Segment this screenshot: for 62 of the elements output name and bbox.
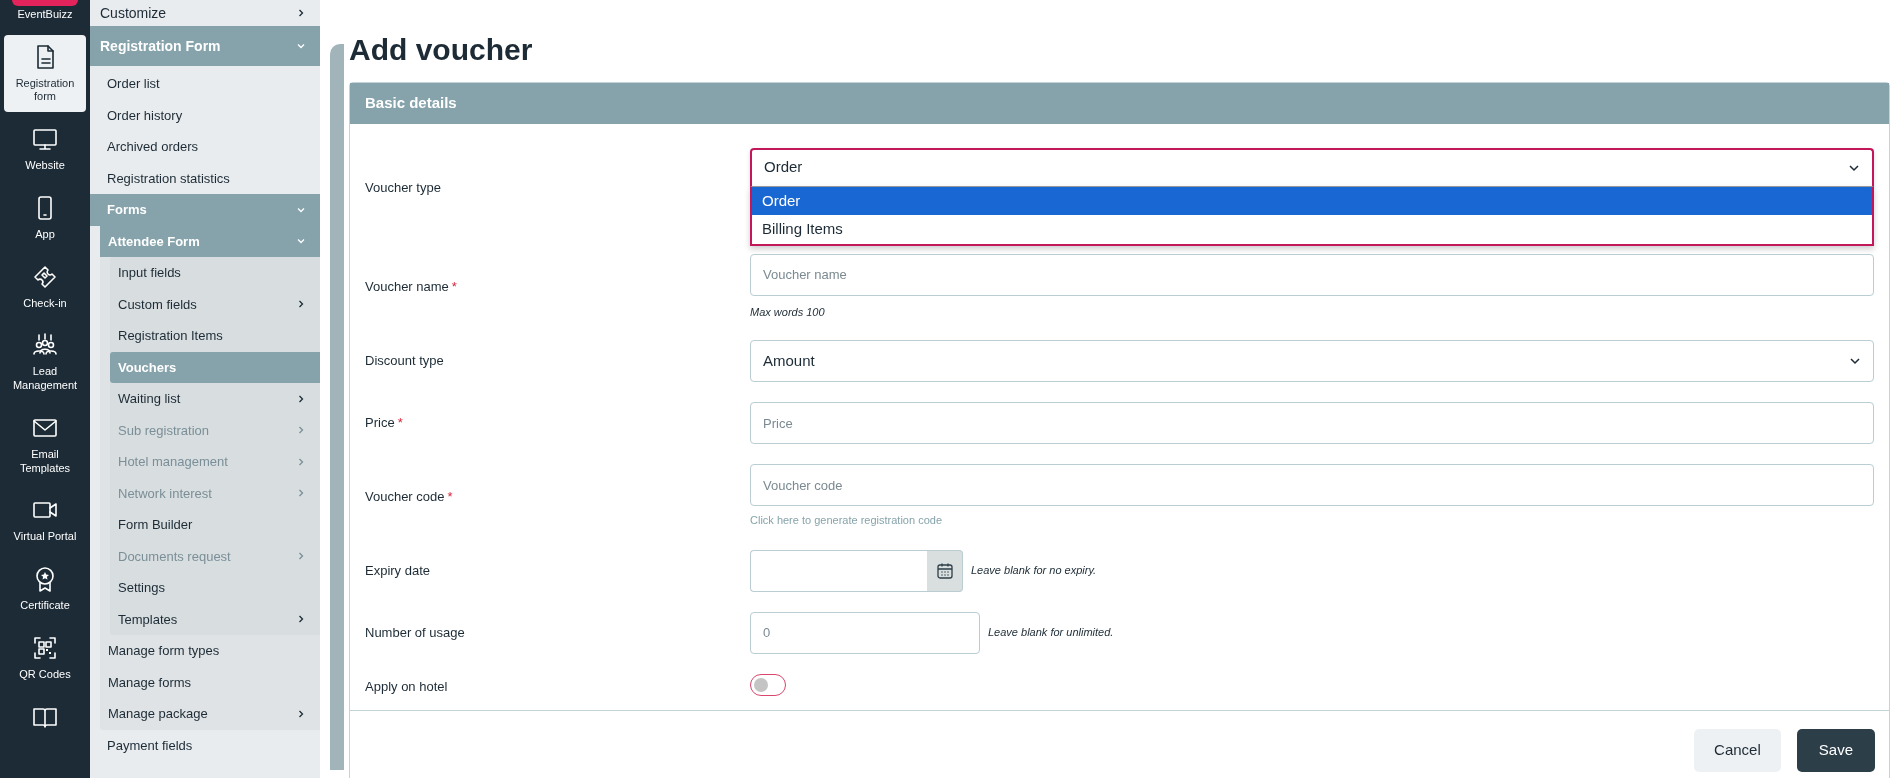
toggle-switch[interactable] [750, 673, 786, 696]
sidebar-item[interactable]: Registration statistics [90, 162, 320, 194]
chevron-down-icon [296, 41, 306, 51]
sidebar-item[interactable]: Manage forms [100, 666, 320, 698]
sidebar-item[interactable]: Registration Items [110, 320, 320, 352]
sidebar-item[interactable]: Settings [110, 572, 320, 604]
dropdown-option[interactable]: Order [752, 186, 1872, 215]
chevron-right-icon [296, 8, 306, 18]
select-field[interactable]: Amount [750, 340, 1874, 382]
hint-text: Leave blank for no expiry. [971, 563, 1097, 579]
sidebar-item[interactable]: Waiting list [110, 383, 320, 415]
caret-down-icon [1849, 355, 1861, 367]
sidebar-item[interactable]: Manage package [100, 698, 320, 730]
logo-mark [12, 0, 78, 6]
sidebar-item[interactable]: Payment fields [90, 729, 320, 761]
input-field[interactable]: Voucher code [750, 464, 1874, 506]
nav-rail-item[interactable]: Website [4, 117, 86, 181]
chevron-right-icon [296, 708, 306, 719]
chevron-right-icon [296, 393, 306, 404]
sidebar-item[interactable]: Archived orders [90, 131, 320, 163]
nav-rail-item[interactable]: Check-in [4, 254, 86, 319]
sidebar-item[interactable]: Manage form types [100, 635, 320, 667]
chevron-right-icon [296, 425, 306, 436]
help-text: Max words 100 [750, 304, 826, 320]
sidebar-item[interactable]: Templates [110, 603, 320, 635]
sidebar-item[interactable]: Custom fields [110, 288, 320, 320]
nav-rail-item[interactable]: Registration form [4, 34, 86, 112]
field-label: Apply on hotel [365, 678, 449, 696]
select-field[interactable]: Order [750, 147, 1874, 186]
dropdown-option[interactable]: Billing Items [752, 215, 1872, 244]
chevron-right-icon [296, 299, 306, 310]
field-label: Discount type [365, 352, 445, 371]
nav-rail-item[interactable]: Certificate [4, 557, 86, 621]
cancel-button[interactable]: Cancel [1694, 729, 1781, 772]
field-label: Price * [365, 414, 404, 433]
page-title: Add voucher [349, 32, 534, 68]
field-label: Number of usage [365, 623, 466, 642]
chevron-right-icon [296, 614, 306, 625]
sidebar-item[interactable]: Order history [90, 99, 320, 131]
nav-rail-item[interactable]: Email Templates [4, 405, 86, 484]
sidebar-item[interactable]: Form Builder [110, 509, 320, 541]
nav-rail-item[interactable]: QR Codes [4, 625, 86, 690]
sidebar-item[interactable]: Input fields [110, 257, 320, 289]
chevron-right-icon [296, 551, 306, 562]
chevron-right-icon [296, 488, 306, 499]
hint-text: Leave blank for unlimited. [988, 625, 1114, 641]
nav-rail-item[interactable]: App [4, 185, 86, 250]
chevron-right-icon [296, 456, 306, 467]
input-field[interactable]: Price [750, 402, 1874, 444]
save-button[interactable]: Save [1796, 729, 1875, 772]
field-label: Expiry date [365, 561, 432, 580]
nav-rail-item[interactable]: Virtual Portal [4, 488, 86, 552]
sidebar-item[interactable]: Order list [90, 68, 320, 100]
logo-text: EventBuizz [17, 7, 73, 22]
field-label: Voucher code * [365, 488, 454, 506]
section-header: Basic details [350, 83, 1889, 124]
sidebar-item[interactable]: Customize [90, 0, 320, 26]
input-field[interactable]: 0 [750, 611, 980, 654]
field-label: Voucher name * [365, 278, 458, 296]
nav-rail-item[interactable]: Lead Management [4, 323, 86, 401]
input-field[interactable]: Voucher name [750, 253, 1874, 296]
field-label: Voucher type [365, 178, 442, 197]
